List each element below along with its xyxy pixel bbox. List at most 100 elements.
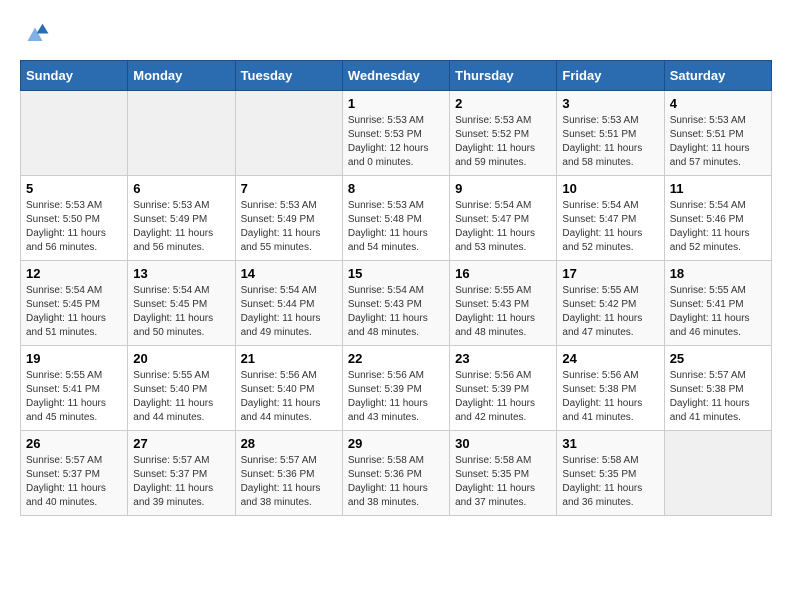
weekday-header-saturday: Saturday [664,61,771,91]
calendar-cell: 31Sunrise: 5:58 AM Sunset: 5:35 PM Dayli… [557,431,664,516]
calendar-week-row: 5 Sunrise: 5:53 AM Sunset: 5:50 PM Daylig… [21,176,772,261]
calendar-cell: 30Sunrise: 5:58 AM Sunset: 5:35 PM Dayli… [450,431,557,516]
day-number: 11 [670,181,766,196]
day-number: 14 [241,266,337,281]
day-info: Sunrise: 5:56 AM Sunset: 5:39 PM Dayligh… [455,369,551,425]
calendar-cell: 4 Sunrise: 5:53 AM Sunset: 5:51 PM Daylig… [664,91,771,176]
day-info: Sunrise: 5:53 AM Sunset: 5:53 PM Dayligh… [348,114,444,170]
weekday-header-sunday: Sunday [21,61,128,91]
day-info: Sunrise: 5:53 AM Sunset: 5:52 PM Dayligh… [455,114,551,170]
calendar-cell: 16 Sunrise: 5:55 AM Sunset: 5:43 PM Dayli… [450,261,557,346]
day-number: 13 [133,266,229,281]
day-info: Sunrise: 5:53 AM Sunset: 5:50 PM Dayligh… [26,199,122,255]
day-info: Sunrise: 5:54 AM Sunset: 5:43 PM Dayligh… [348,284,444,340]
day-number: 6 [133,181,229,196]
calendar-cell: 17 Sunrise: 5:55 AM Sunset: 5:42 PM Dayli… [557,261,664,346]
day-number: 25 [670,351,766,366]
logo-icon [20,20,50,50]
day-number: 9 [455,181,551,196]
day-number: 22 [348,351,444,366]
day-number: 30 [455,436,551,451]
calendar-cell: 29 Sunrise: 5:58 AM Sunset: 5:36 PM Dayli… [342,431,449,516]
day-info: Sunrise: 5:56 AM Sunset: 5:38 PM Dayligh… [562,369,658,425]
day-info: Sunrise: 5:54 AM Sunset: 5:47 PM Dayligh… [562,199,658,255]
calendar-week-row: 19Sunrise: 5:55 AM Sunset: 5:41 PM Dayli… [21,346,772,431]
day-info: Sunrise: 5:57 AM Sunset: 5:36 PM Dayligh… [241,454,337,510]
calendar-cell: 12 Sunrise: 5:54 AM Sunset: 5:45 PM Dayli… [21,261,128,346]
calendar-cell: 19Sunrise: 5:55 AM Sunset: 5:41 PM Dayli… [21,346,128,431]
calendar-cell [235,91,342,176]
day-info: Sunrise: 5:53 AM Sunset: 5:49 PM Dayligh… [241,199,337,255]
day-number: 20 [133,351,229,366]
weekday-header-friday: Friday [557,61,664,91]
weekday-header-tuesday: Tuesday [235,61,342,91]
day-number: 5 [26,181,122,196]
day-number: 8 [348,181,444,196]
day-number: 19 [26,351,122,366]
day-number: 12 [26,266,122,281]
day-number: 18 [670,266,766,281]
calendar-cell: 15 Sunrise: 5:54 AM Sunset: 5:43 PM Dayli… [342,261,449,346]
day-number: 7 [241,181,337,196]
day-number: 1 [348,96,444,111]
calendar-cell: 2 Sunrise: 5:53 AM Sunset: 5:52 PM Daylig… [450,91,557,176]
calendar-header: SundayMondayTuesdayWednesdayThursdayFrid… [21,61,772,91]
calendar-cell: 13Sunrise: 5:54 AM Sunset: 5:45 PM Dayli… [128,261,235,346]
day-info: Sunrise: 5:57 AM Sunset: 5:37 PM Dayligh… [26,454,122,510]
day-number: 28 [241,436,337,451]
day-info: Sunrise: 5:53 AM Sunset: 5:51 PM Dayligh… [670,114,766,170]
calendar-cell: 28 Sunrise: 5:57 AM Sunset: 5:36 PM Dayli… [235,431,342,516]
logo [20,20,54,50]
weekday-header-wednesday: Wednesday [342,61,449,91]
calendar-cell: 26 Sunrise: 5:57 AM Sunset: 5:37 PM Dayli… [21,431,128,516]
day-info: Sunrise: 5:54 AM Sunset: 5:47 PM Dayligh… [455,199,551,255]
day-number: 26 [26,436,122,451]
calendar-cell: 3Sunrise: 5:53 AM Sunset: 5:51 PM Daylig… [557,91,664,176]
day-info: Sunrise: 5:53 AM Sunset: 5:48 PM Dayligh… [348,199,444,255]
calendar-cell: 6 Sunrise: 5:53 AM Sunset: 5:49 PM Daylig… [128,176,235,261]
calendar-cell: 18 Sunrise: 5:55 AM Sunset: 5:41 PM Dayli… [664,261,771,346]
calendar-cell [21,91,128,176]
calendar-cell [128,91,235,176]
day-info: Sunrise: 5:56 AM Sunset: 5:40 PM Dayligh… [241,369,337,425]
calendar-cell [664,431,771,516]
calendar-cell: 25 Sunrise: 5:57 AM Sunset: 5:38 PM Dayli… [664,346,771,431]
calendar-week-row: 12 Sunrise: 5:54 AM Sunset: 5:45 PM Dayli… [21,261,772,346]
weekday-header-row: SundayMondayTuesdayWednesdayThursdayFrid… [21,61,772,91]
day-number: 24 [562,351,658,366]
calendar-cell: 1 Sunrise: 5:53 AM Sunset: 5:53 PM Daylig… [342,91,449,176]
day-info: Sunrise: 5:55 AM Sunset: 5:41 PM Dayligh… [670,284,766,340]
day-number: 16 [455,266,551,281]
day-number: 4 [670,96,766,111]
day-number: 10 [562,181,658,196]
day-info: Sunrise: 5:58 AM Sunset: 5:36 PM Dayligh… [348,454,444,510]
calendar-cell: 5 Sunrise: 5:53 AM Sunset: 5:50 PM Daylig… [21,176,128,261]
calendar-cell: 10 Sunrise: 5:54 AM Sunset: 5:47 PM Dayli… [557,176,664,261]
weekday-header-monday: Monday [128,61,235,91]
calendar-cell: 8 Sunrise: 5:53 AM Sunset: 5:48 PM Daylig… [342,176,449,261]
day-info: Sunrise: 5:54 AM Sunset: 5:45 PM Dayligh… [26,284,122,340]
day-info: Sunrise: 5:54 AM Sunset: 5:44 PM Dayligh… [241,284,337,340]
day-number: 21 [241,351,337,366]
day-number: 29 [348,436,444,451]
calendar-body: 1 Sunrise: 5:53 AM Sunset: 5:53 PM Daylig… [21,91,772,516]
day-info: Sunrise: 5:57 AM Sunset: 5:37 PM Dayligh… [133,454,229,510]
day-number: 17 [562,266,658,281]
day-number: 2 [455,96,551,111]
calendar-cell: 22 Sunrise: 5:56 AM Sunset: 5:39 PM Dayli… [342,346,449,431]
calendar-cell: 7 Sunrise: 5:53 AM Sunset: 5:49 PM Daylig… [235,176,342,261]
calendar-week-row: 1 Sunrise: 5:53 AM Sunset: 5:53 PM Daylig… [21,91,772,176]
day-info: Sunrise: 5:55 AM Sunset: 5:42 PM Dayligh… [562,284,658,340]
calendar-cell: 20Sunrise: 5:55 AM Sunset: 5:40 PM Dayli… [128,346,235,431]
day-info: Sunrise: 5:55 AM Sunset: 5:43 PM Dayligh… [455,284,551,340]
weekday-header-thursday: Thursday [450,61,557,91]
calendar-cell: 11Sunrise: 5:54 AM Sunset: 5:46 PM Dayli… [664,176,771,261]
calendar-cell: 9 Sunrise: 5:54 AM Sunset: 5:47 PM Daylig… [450,176,557,261]
day-number: 15 [348,266,444,281]
day-number: 3 [562,96,658,111]
calendar-cell: 27Sunrise: 5:57 AM Sunset: 5:37 PM Dayli… [128,431,235,516]
calendar-table: SundayMondayTuesdayWednesdayThursdayFrid… [20,60,772,516]
day-info: Sunrise: 5:53 AM Sunset: 5:49 PM Dayligh… [133,199,229,255]
day-info: Sunrise: 5:56 AM Sunset: 5:39 PM Dayligh… [348,369,444,425]
day-info: Sunrise: 5:57 AM Sunset: 5:38 PM Dayligh… [670,369,766,425]
